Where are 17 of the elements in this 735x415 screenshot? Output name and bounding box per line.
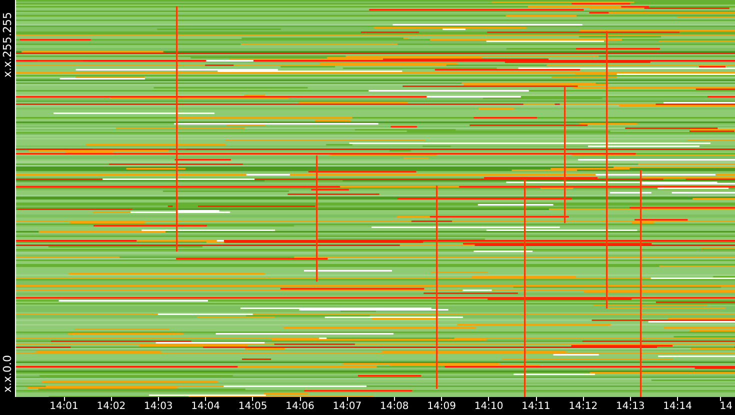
axis-tick-label: 14:07	[332, 402, 362, 412]
axis-tick-label: 14:14	[663, 402, 692, 412]
axis-tick-label: 14:08	[380, 402, 409, 412]
axis-tick-label: 14	[720, 402, 733, 412]
axis-tick-label: 14:06	[286, 402, 314, 412]
axis-label: x.x.0.0	[2, 355, 13, 393]
axis-tick-label: 14:01	[50, 402, 78, 412]
axis-tick-label: 14:12	[568, 402, 598, 412]
axis-tick-label: 14:11	[522, 402, 550, 412]
axis-tick-label: 14:10	[474, 402, 504, 412]
axis-tick-label: 14:02	[96, 402, 126, 412]
axis-tick-label: 14:09	[427, 402, 456, 412]
axis-tick-label: 14:03	[144, 402, 173, 412]
axis-tick-label: 14:13	[616, 402, 645, 412]
axis-tick-label: 14:05	[238, 402, 268, 412]
axis-label: x.x.255.255	[2, 12, 13, 78]
axis-tick-label: 14:04	[191, 402, 220, 412]
